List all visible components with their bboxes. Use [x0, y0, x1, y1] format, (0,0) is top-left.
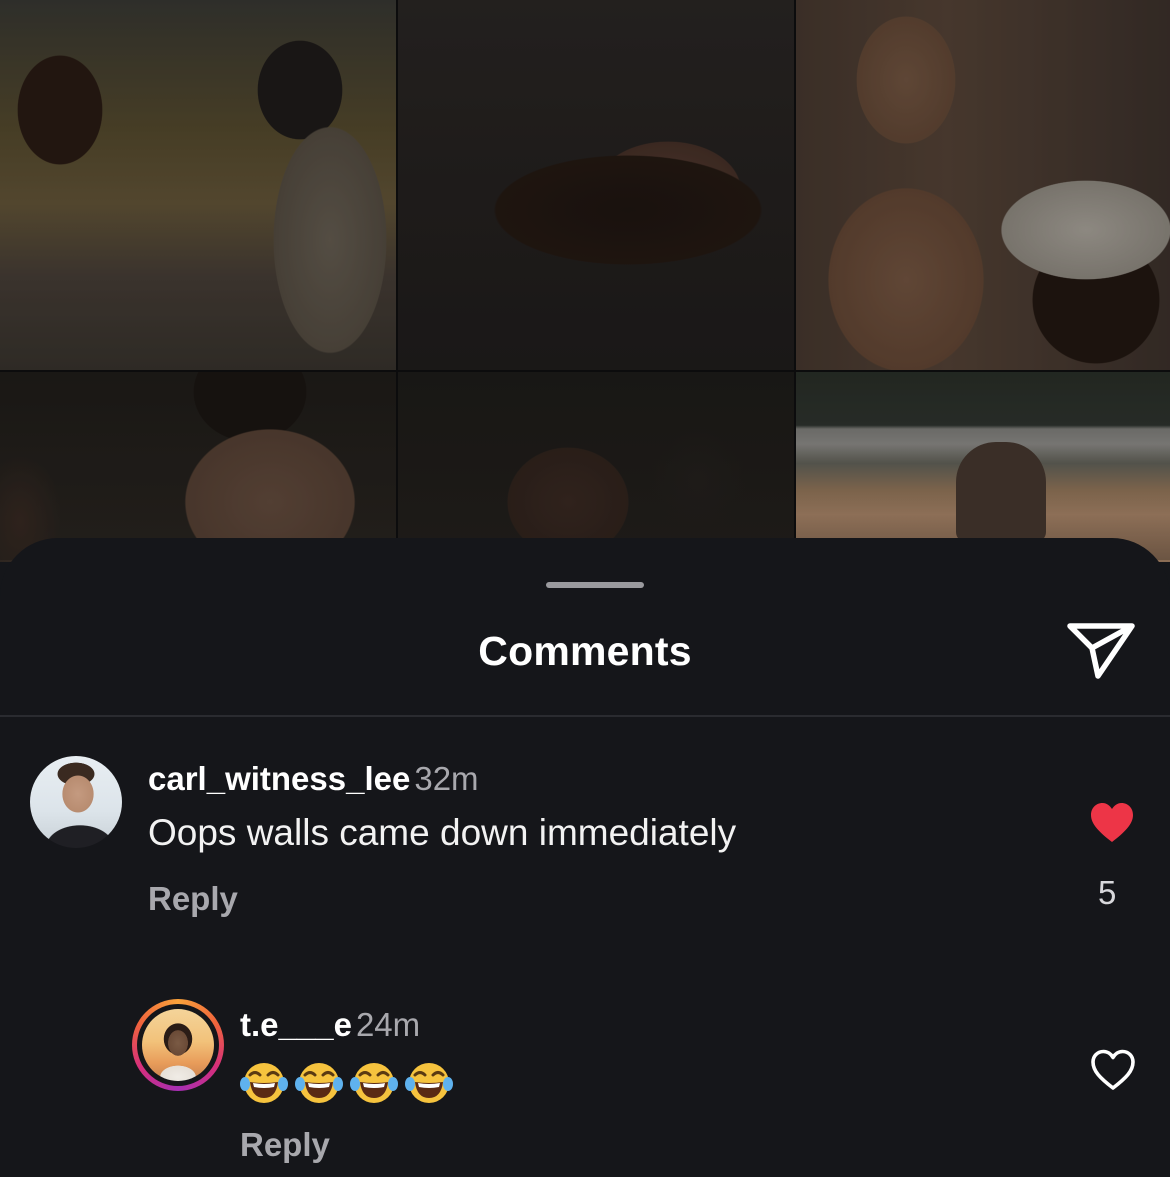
photo-tile[interactable]: [796, 372, 1170, 562]
photo-tile[interactable]: [796, 0, 1170, 370]
send-icon: [1067, 623, 1135, 679]
share-button[interactable]: [1064, 618, 1140, 682]
comment-username[interactable]: carl_witness_lee: [148, 760, 410, 797]
avatar[interactable]: [30, 756, 122, 848]
heart-filled-icon: [1091, 803, 1133, 842]
like-button[interactable]: [1089, 802, 1135, 844]
story-ring-avatar[interactable]: [132, 999, 224, 1091]
comment-time: 32m: [414, 760, 479, 797]
sheet-drag-handle[interactable]: [546, 582, 644, 588]
comment-meta: carl_witness_lee 32m: [148, 760, 479, 798]
comment-meta: t.e___e 24m: [240, 1006, 420, 1044]
reply-button[interactable]: Reply: [240, 1126, 330, 1164]
reply-button[interactable]: Reply: [148, 880, 238, 918]
comment-text: Oops walls came down immediately: [148, 812, 737, 853]
photo-tile[interactable]: [398, 372, 794, 562]
tears-of-joy-emoji: [295, 1063, 343, 1103]
avatar: [142, 1009, 214, 1081]
comment-time: 24m: [355, 1006, 421, 1043]
comment-text: [240, 1058, 453, 1106]
tears-of-joy-emoji: [240, 1063, 288, 1103]
photo-tile[interactable]: [0, 0, 396, 370]
comment-username[interactable]: t.e___e: [240, 1006, 352, 1043]
heart-outline-icon: [1091, 1049, 1135, 1090]
like-count: 5: [1098, 874, 1117, 911]
comments-sheet: Comments carl_witness_lee 32m Oops walls …: [0, 538, 1170, 1177]
tears-of-joy-emoji: [350, 1063, 398, 1103]
sheet-title: Comments: [478, 628, 692, 674]
photo-tile[interactable]: [398, 0, 794, 370]
photo-tile[interactable]: [0, 372, 396, 562]
like-button[interactable]: [1089, 1048, 1137, 1092]
tears-of-joy-emoji: [405, 1063, 453, 1103]
photo-grid: [0, 0, 1170, 562]
header-divider: [0, 715, 1170, 717]
